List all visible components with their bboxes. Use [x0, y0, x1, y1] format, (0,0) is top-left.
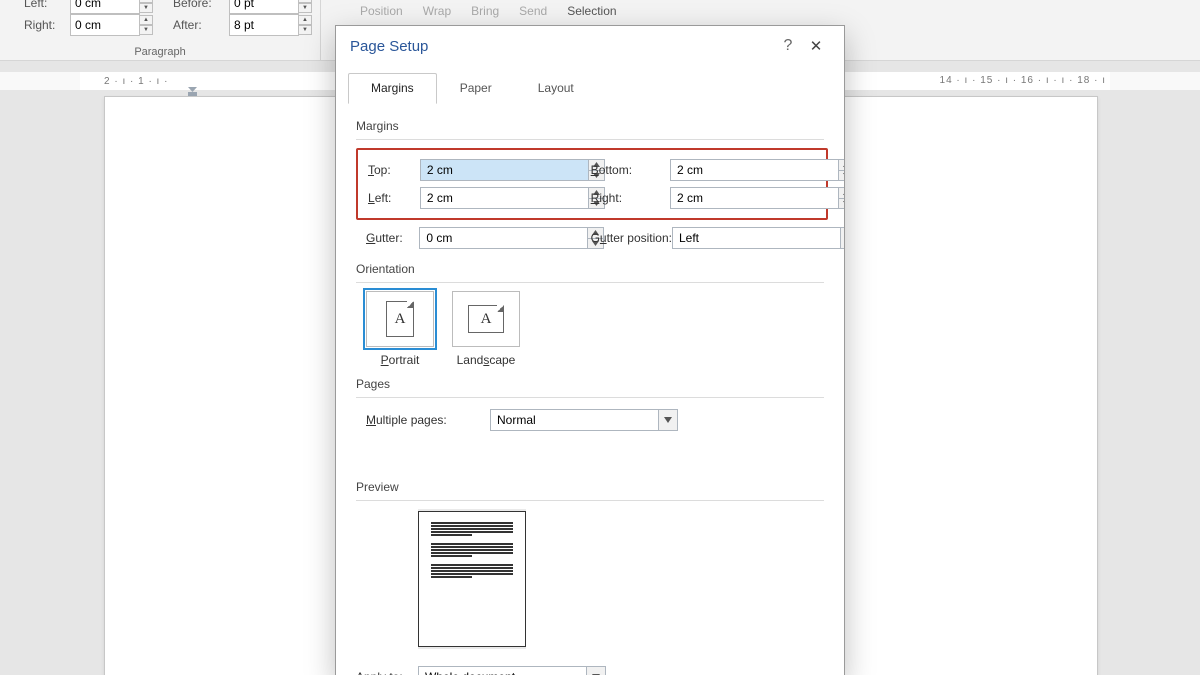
- margin-top-spinner[interactable]: [420, 159, 605, 181]
- indent-left-input[interactable]: [70, 0, 140, 14]
- margin-left-input[interactable]: [420, 187, 589, 209]
- indent-left-spinner[interactable]: Left: ▲▼: [24, 0, 153, 14]
- tab-margins[interactable]: Margins: [348, 73, 437, 104]
- spacing-before-label: Before:: [173, 0, 229, 10]
- gutter-position-input[interactable]: [672, 227, 841, 249]
- margin-right-spinner[interactable]: [670, 187, 844, 209]
- close-button[interactable]: ✕: [802, 37, 830, 55]
- margin-bottom-label: Bottom:: [591, 163, 670, 177]
- spinner-buttons[interactable]: ▲▼: [298, 0, 312, 13]
- chevron-down-icon[interactable]: [841, 227, 844, 249]
- app-background: Left: ▲▼ Before: ▲▼ Right: ▲▼ After:: [0, 0, 1200, 675]
- ribbon-btn-send: Send: [519, 4, 547, 18]
- multiple-pages-label: Multiple pages:: [366, 413, 490, 427]
- spinner-buttons[interactable]: ▲▼: [139, 0, 153, 13]
- margin-bottom-input[interactable]: [670, 159, 839, 181]
- apply-to-input[interactable]: [418, 666, 587, 675]
- chevron-down-icon[interactable]: [587, 666, 606, 675]
- ribbon-btn-position: Position: [360, 4, 403, 18]
- gutter-spinner[interactable]: [419, 227, 604, 249]
- margins-highlight-box: Top: Bottom:: [356, 148, 828, 220]
- help-button[interactable]: ?: [774, 37, 802, 55]
- portrait-label: Portrait: [381, 353, 420, 367]
- spacing-before-spinner[interactable]: Before: ▲▼: [173, 0, 312, 14]
- ribbon-group-paragraph: Left: ▲▼ Before: ▲▼ Right: ▲▼ After:: [0, 0, 321, 60]
- ribbon-group-label: Paragraph: [0, 46, 320, 58]
- portrait-icon: A: [366, 291, 434, 347]
- section-margins-text: Margins: [356, 119, 399, 133]
- dialog-titlebar: Page Setup ? ✕: [336, 26, 844, 67]
- margin-right-label: Right:: [591, 191, 670, 205]
- section-preview-label: Preview: [356, 480, 824, 501]
- chevron-down-icon[interactable]: [659, 409, 678, 431]
- tab-paper[interactable]: Paper: [437, 73, 515, 104]
- page-glyph: A: [468, 305, 504, 333]
- down-arrow-icon[interactable]: [839, 170, 844, 182]
- spacing-after-spinner[interactable]: After: ▲▼: [173, 14, 312, 36]
- page-setup-dialog: Page Setup ? ✕ Margins Paper Layout Marg…: [335, 25, 845, 675]
- orientation-landscape[interactable]: A Landscape: [452, 291, 520, 367]
- spinner-buttons[interactable]: ▲▼: [139, 15, 153, 35]
- apply-to-label: Apply to:: [356, 670, 418, 675]
- margin-top-label: Top:: [368, 163, 420, 177]
- spacing-before-input[interactable]: [229, 0, 299, 14]
- gutter-label: Gutter:: [366, 231, 419, 245]
- gutter-position-combo[interactable]: [672, 227, 844, 249]
- multiple-pages-input[interactable]: [490, 409, 659, 431]
- indent-right-spinner[interactable]: Right: ▲▼: [24, 14, 153, 36]
- gutter-position-label: Gutter position:: [591, 231, 672, 245]
- landscape-label: Landscape: [457, 353, 516, 367]
- margin-right-input[interactable]: [670, 187, 839, 209]
- page-glyph: A: [386, 301, 414, 337]
- orientation-options: A Portrait A Landscape: [366, 291, 824, 367]
- preview-box: [418, 509, 526, 649]
- gutter-input[interactable]: [419, 227, 588, 249]
- multiple-pages-combo[interactable]: [490, 409, 678, 431]
- section-pages-text: Pages: [356, 377, 390, 391]
- indent-right-label: Right:: [24, 18, 70, 32]
- apply-to-combo[interactable]: [418, 666, 606, 675]
- margin-bottom-spinner[interactable]: [670, 159, 844, 181]
- tab-layout[interactable]: Layout: [515, 73, 597, 104]
- section-margins-label: Margins: [356, 119, 824, 140]
- margin-left-label: Left:: [368, 191, 420, 205]
- margin-top-input[interactable]: [420, 159, 589, 181]
- ruler-right-scale: 14 · ı · 15 · ı · 16 · ı · ı · 18 · ı: [940, 75, 1106, 86]
- ribbon-btn-bring: Bring: [471, 4, 499, 18]
- margin-left-spinner[interactable]: [420, 187, 605, 209]
- orientation-portrait[interactable]: A Portrait: [366, 291, 434, 367]
- down-arrow-icon[interactable]: [839, 198, 844, 210]
- ribbon-btn-wrap: Wrap: [423, 4, 451, 18]
- landscape-icon: A: [452, 291, 520, 347]
- ruler-left-scale: 2 · ı · 1 · ı ·: [104, 76, 168, 87]
- spacing-after-label: After:: [173, 18, 229, 32]
- ribbon-btn-selection[interactable]: Selection: [567, 4, 616, 18]
- spacing-after-input[interactable]: [229, 14, 299, 36]
- dialog-tabs: Margins Paper Layout: [336, 67, 844, 105]
- dialog-body: Margins Top: Bottom:: [336, 105, 844, 675]
- section-preview-text: Preview: [356, 480, 399, 494]
- spinner-buttons[interactable]: ▲▼: [298, 15, 312, 35]
- section-orientation-label: Orientation: [356, 262, 824, 283]
- preview-page-icon: [418, 511, 526, 647]
- indent-left-label: Left:: [24, 0, 70, 10]
- up-arrow-icon[interactable]: [839, 159, 844, 170]
- section-pages-label: Pages: [356, 377, 824, 398]
- section-orientation-text: Orientation: [356, 262, 415, 276]
- up-arrow-icon[interactable]: [839, 187, 844, 198]
- dialog-title: Page Setup: [350, 38, 774, 55]
- indent-right-input[interactable]: [70, 14, 140, 36]
